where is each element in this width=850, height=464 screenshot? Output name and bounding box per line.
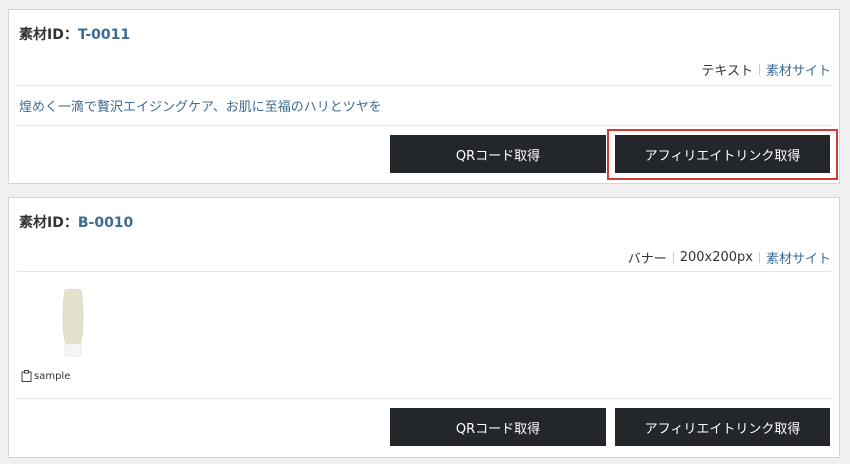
divider: [17, 125, 831, 126]
thumbnail-caption: sample: [21, 370, 70, 382]
material-id-label: 素材ID：: [19, 27, 78, 43]
material-id: 素材ID：T-0011: [19, 24, 130, 44]
caption-text: sample: [34, 370, 71, 382]
affiliate-link-button[interactable]: アフィリエイトリンク取得: [615, 135, 830, 173]
material-meta: テキスト 素材サイト: [701, 60, 831, 79]
material-id: 素材ID：B-0010: [19, 212, 133, 232]
meta-divider: [672, 252, 674, 263]
material-size: 200x200px: [679, 250, 753, 265]
meta-divider: [758, 64, 760, 75]
clipboard-icon: [21, 370, 32, 382]
banner-thumbnail[interactable]: [61, 288, 85, 358]
material-card: 素材ID：T-0011 テキスト 素材サイト 煌めく一滴で贅沢エイジングケア、お…: [8, 9, 840, 184]
divider: [17, 271, 831, 272]
affiliate-link-button[interactable]: アフィリエイトリンク取得: [615, 408, 830, 446]
material-id-value: T-0011: [77, 27, 131, 43]
material-site-link[interactable]: 素材サイト: [766, 248, 831, 267]
meta-divider: [758, 252, 760, 263]
material-type: バナー: [627, 252, 667, 267]
material-type: テキスト: [701, 64, 753, 79]
divider: [17, 85, 831, 86]
material-id-value: B-0010: [77, 215, 134, 231]
material-text: 煌めく一滴で贅沢エイジングケア、お肌に至福のハリとツヤを: [19, 100, 382, 115]
material-site-link[interactable]: 素材サイト: [766, 60, 831, 79]
qr-code-button[interactable]: QRコード取得: [390, 135, 606, 173]
material-card: 素材ID：B-0010 バナー 200x200px 素材サイト sample Q…: [8, 197, 840, 458]
divider: [17, 398, 831, 399]
qr-code-button[interactable]: QRコード取得: [390, 408, 606, 446]
material-meta: バナー 200x200px 素材サイト: [628, 248, 831, 267]
material-id-label: 素材ID：: [19, 215, 78, 231]
